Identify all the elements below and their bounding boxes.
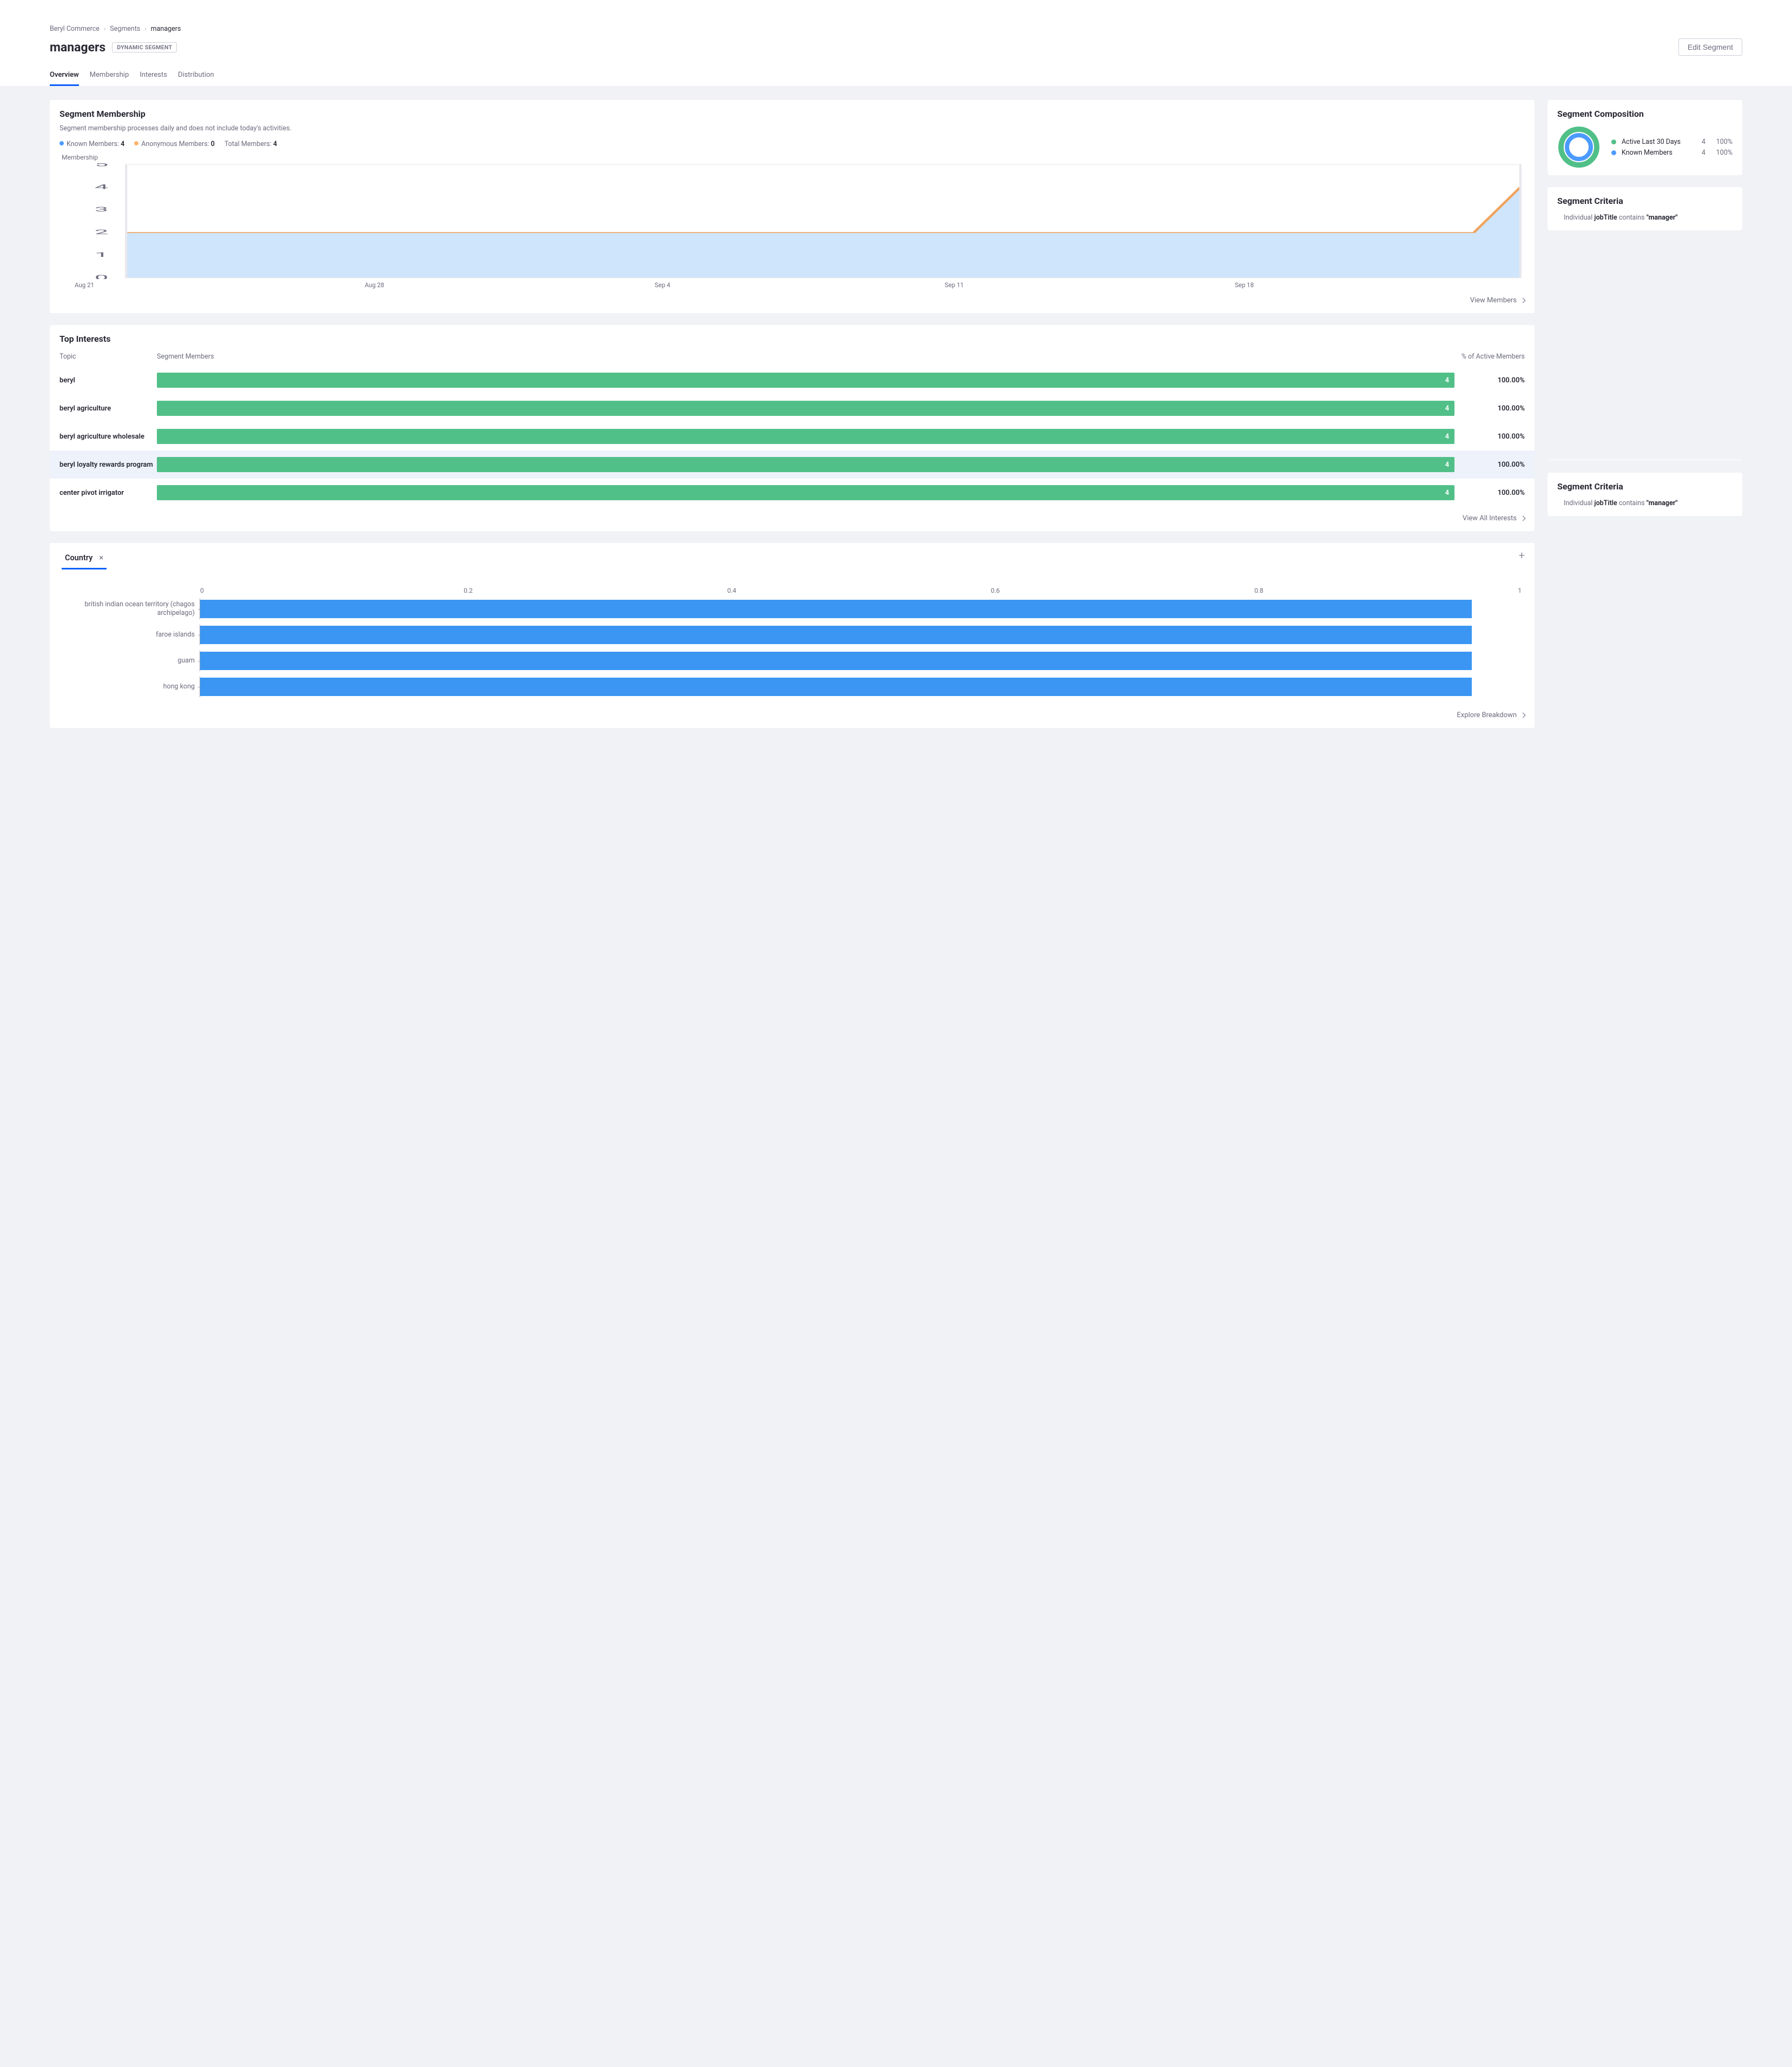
interest-row[interactable]: beryl 4 100.00% bbox=[59, 366, 1525, 394]
composition-percent: 100% bbox=[1711, 138, 1733, 146]
breadcrumb-root[interactable]: Beryl Commerce bbox=[50, 25, 100, 33]
top-interests-card: Top Interests Topic Segment Members % of… bbox=[50, 325, 1535, 531]
segment-membership-card: Segment Membership Segment membership pr… bbox=[50, 100, 1535, 313]
svg-text:2: 2 bbox=[95, 228, 108, 236]
legend-dot bbox=[1611, 150, 1616, 155]
svg-text:3: 3 bbox=[95, 206, 108, 214]
legend-known: Known Members: 4 bbox=[59, 140, 124, 148]
interest-topic: beryl bbox=[59, 376, 157, 385]
composition-count: 4 bbox=[1695, 138, 1705, 146]
chevron-right-icon bbox=[1520, 298, 1526, 303]
chart-axis-title: Membership bbox=[62, 154, 1525, 161]
breadcrumb-current: managers bbox=[151, 25, 181, 33]
breadcrumb: Beryl Commerce › Segments › managers bbox=[50, 0, 1742, 33]
country-bar bbox=[200, 678, 1472, 696]
interest-percent: 100.00% bbox=[1454, 405, 1525, 413]
explore-breakdown-link[interactable]: Explore Breakdown bbox=[1457, 711, 1517, 719]
placeholder bbox=[1548, 459, 1742, 461]
interest-topic: center pivot irrigator bbox=[59, 489, 157, 497]
interest-bar: 4 bbox=[157, 457, 1454, 472]
interest-row[interactable]: beryl agriculture wholesale 4 100.00% bbox=[59, 422, 1525, 451]
breadcrumb-sep: › bbox=[144, 25, 146, 32]
interest-row[interactable]: beryl loyalty rewards program 4 100.00% bbox=[50, 451, 1535, 479]
interest-topic: beryl agriculture bbox=[59, 405, 157, 413]
composition-label: Known Members bbox=[1622, 149, 1689, 157]
interest-row[interactable]: center pivot irrigator 4 100.00% bbox=[59, 479, 1525, 507]
card-title: Top Interests bbox=[59, 334, 1525, 344]
interest-topic: beryl agriculture wholesale bbox=[59, 433, 157, 441]
legend-total: Total Members: 4 bbox=[224, 140, 277, 148]
composition-count: 4 bbox=[1695, 149, 1705, 157]
close-icon[interactable]: × bbox=[99, 553, 103, 562]
segment-criteria-card: Segment Criteria Individual jobTitle con… bbox=[1548, 473, 1742, 516]
country-label: british indian ocean territory (chagos a… bbox=[59, 600, 200, 618]
tab-membership[interactable]: Membership bbox=[90, 68, 129, 86]
country-label: faroe islands bbox=[59, 631, 200, 639]
add-breakdown-button[interactable]: + bbox=[1519, 552, 1525, 559]
card-title: Segment Criteria bbox=[1557, 481, 1733, 492]
svg-text:4: 4 bbox=[95, 183, 108, 191]
composition-row: Active Last 30 Days 4 100% bbox=[1611, 138, 1733, 146]
card-title: Segment Membership bbox=[59, 109, 1525, 119]
view-members-link[interactable]: View Members bbox=[1470, 296, 1517, 304]
svg-text:1: 1 bbox=[95, 251, 108, 259]
distribution-tab-country[interactable]: Country × bbox=[62, 552, 107, 569]
chevron-right-icon bbox=[1520, 713, 1526, 718]
membership-chart: 0 1 2 3 4 5 bbox=[59, 163, 1525, 279]
composition-row: Known Members 4 100% bbox=[1611, 149, 1733, 157]
criteria-expression: Individual jobTitle contains "manager" bbox=[1557, 211, 1733, 224]
country-bar-row: hong kong bbox=[59, 678, 1525, 696]
segment-type-tag: DYNAMIC SEGMENT bbox=[112, 42, 177, 52]
card-title: Segment Composition bbox=[1557, 109, 1733, 119]
tabs: Overview Membership Interests Distribution bbox=[50, 68, 1742, 86]
interest-bar: 4 bbox=[157, 429, 1454, 444]
interest-bar: 4 bbox=[157, 485, 1454, 500]
distribution-card: Country × + 00.20.40.60.81 british india… bbox=[50, 543, 1535, 728]
interest-percent: 100.00% bbox=[1454, 376, 1525, 385]
interest-percent: 100.00% bbox=[1454, 489, 1525, 497]
composition-label: Active Last 30 Days bbox=[1622, 138, 1689, 146]
legend-anonymous: Anonymous Members: 0 bbox=[134, 140, 215, 148]
membership-chart-xticks: Aug 21Aug 28Sep 4Sep 11Sep 18 bbox=[59, 281, 1525, 289]
breadcrumb-mid[interactable]: Segments bbox=[110, 25, 140, 33]
country-bar-row: faroe islands bbox=[59, 626, 1525, 644]
tab-interests[interactable]: Interests bbox=[140, 68, 167, 86]
svg-text:0: 0 bbox=[95, 274, 108, 279]
svg-text:5: 5 bbox=[95, 163, 108, 168]
page-title: managers bbox=[50, 40, 105, 55]
country-bar-row: british indian ocean territory (chagos a… bbox=[59, 600, 1525, 618]
interest-bar: 4 bbox=[157, 373, 1454, 388]
segment-composition-card: Segment Composition Active Last 30 Days … bbox=[1548, 100, 1742, 175]
country-bar-chart: 00.20.40.60.81 british indian ocean terr… bbox=[59, 587, 1525, 696]
col-topic: Topic bbox=[59, 353, 157, 361]
interests-header: Topic Segment Members % of Active Member… bbox=[59, 349, 1525, 366]
interest-row[interactable]: beryl agriculture 4 100.00% bbox=[59, 394, 1525, 422]
chevron-right-icon bbox=[1520, 516, 1526, 521]
country-bar bbox=[200, 626, 1472, 644]
col-segment-members: Segment Members bbox=[157, 353, 1454, 361]
country-bar bbox=[200, 600, 1472, 618]
legend-dot bbox=[1611, 140, 1616, 144]
membership-legend: Known Members: 4 Anonymous Members: 0 To… bbox=[59, 140, 1525, 148]
interest-percent: 100.00% bbox=[1454, 433, 1525, 441]
segment-criteria-card: Segment Criteria Individual jobTitle con… bbox=[1548, 187, 1742, 230]
country-label: guam bbox=[59, 657, 200, 665]
country-bar-row: guam bbox=[59, 652, 1525, 670]
card-title: Segment Criteria bbox=[1557, 196, 1733, 206]
col-percent: % of Active Members bbox=[1454, 353, 1525, 361]
membership-helper-text: Segment membership processes daily and d… bbox=[59, 124, 1525, 132]
criteria-expression: Individual jobTitle contains "manager" bbox=[1557, 497, 1733, 509]
interest-bar: 4 bbox=[157, 401, 1454, 416]
edit-segment-button[interactable]: Edit Segment bbox=[1678, 38, 1742, 56]
interest-topic: beryl loyalty rewards program bbox=[59, 461, 157, 469]
composition-percent: 100% bbox=[1711, 149, 1733, 157]
breadcrumb-sep: › bbox=[104, 25, 105, 32]
interest-percent: 100.00% bbox=[1454, 461, 1525, 469]
tab-overview[interactable]: Overview bbox=[50, 68, 79, 86]
country-bar bbox=[200, 652, 1472, 670]
tab-distribution[interactable]: Distribution bbox=[178, 68, 214, 86]
country-label: hong kong bbox=[59, 683, 200, 691]
composition-donut bbox=[1557, 125, 1601, 169]
view-all-interests-link[interactable]: View All Interests bbox=[1463, 514, 1517, 522]
